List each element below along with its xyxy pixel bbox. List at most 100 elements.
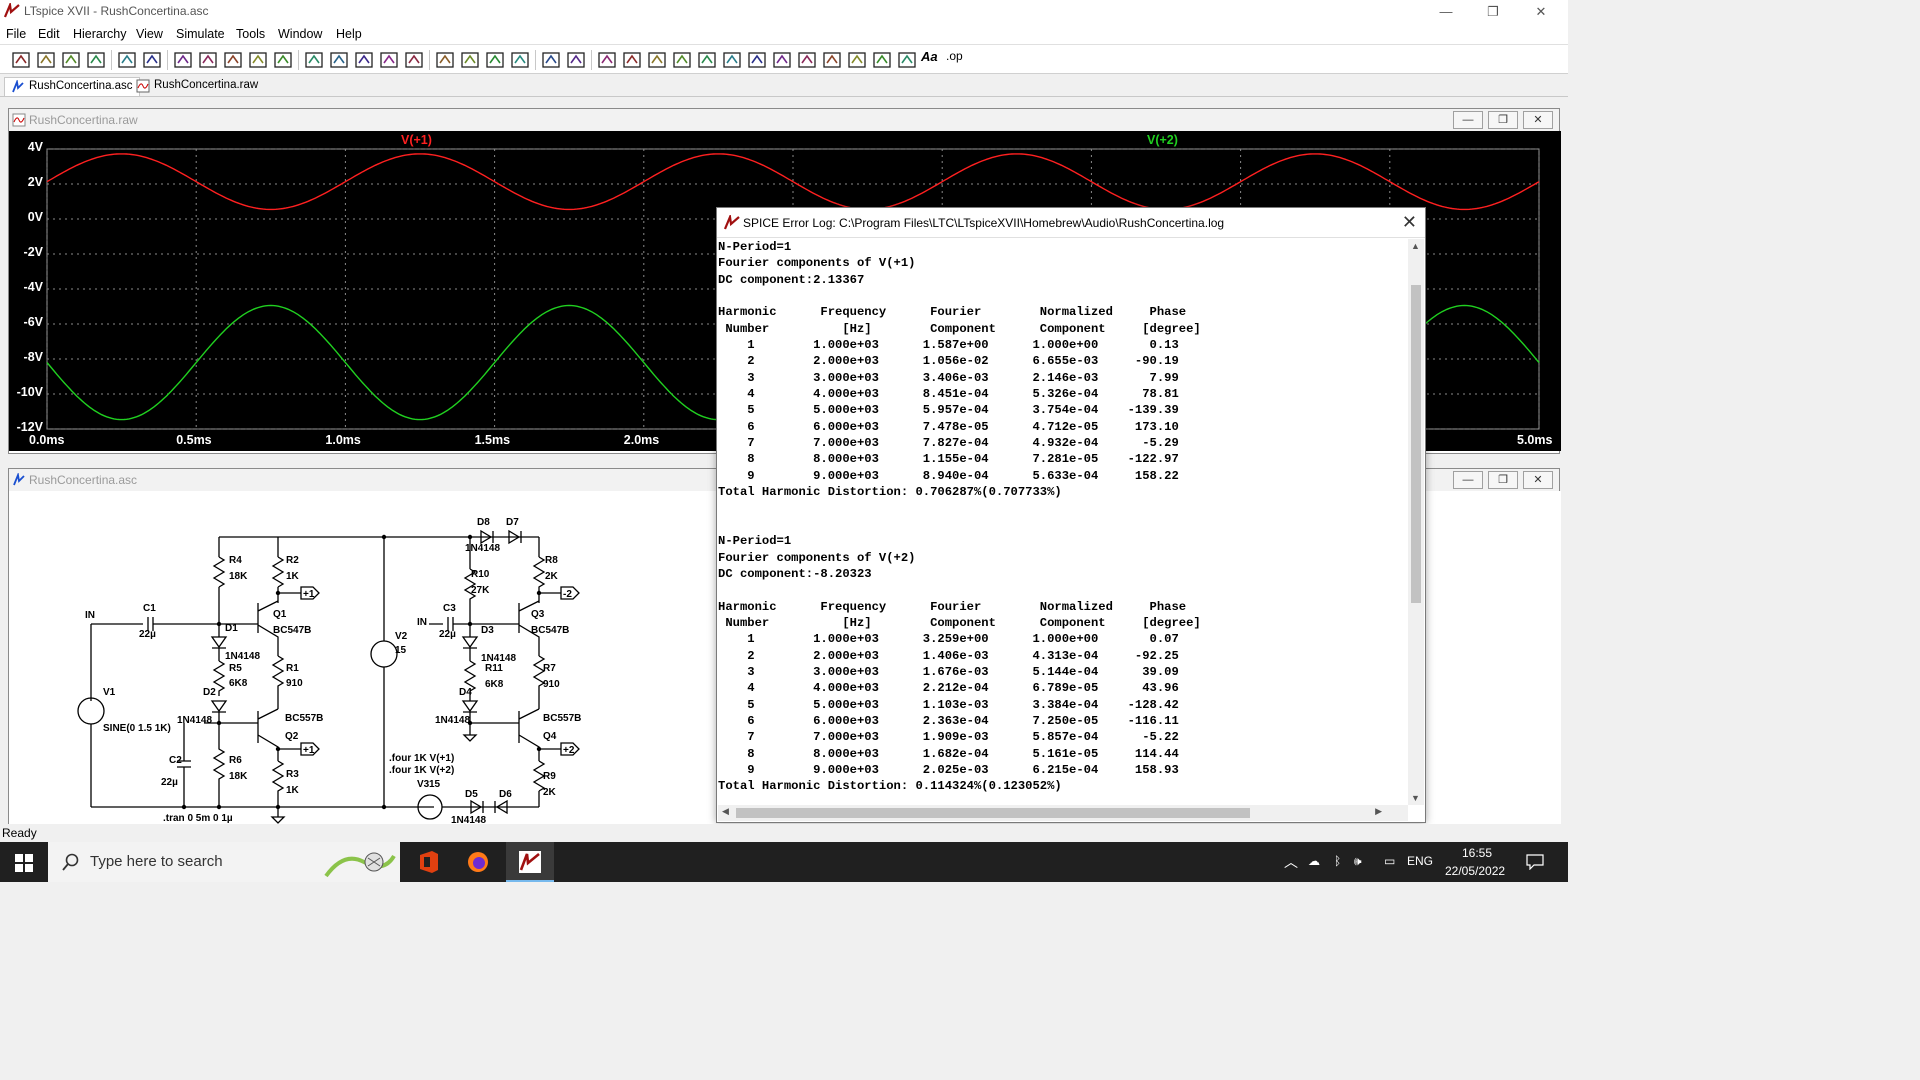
close-button[interactable]: ✕ [1518,2,1564,22]
scroll-left-icon[interactable]: ◀ [722,806,729,817]
title-bar: LTspice XVII - RushConcertina.asc — ❐ ✕ [0,0,1568,24]
copy-icon[interactable] [434,49,456,71]
label-r5-value: 6K8 [229,678,248,689]
find-icon[interactable] [484,49,506,71]
grid-icon[interactable] [303,49,325,71]
undo-icon[interactable] [821,49,843,71]
x-tick-label: 2.0ms [623,433,660,447]
menu-simulate[interactable]: Simulate [176,27,225,41]
zoom-out-icon[interactable] [222,49,244,71]
label-r6: R6 [229,755,242,766]
tile-icon[interactable] [328,49,350,71]
label-r11-value: 6K8 [485,679,504,690]
resistor-icon[interactable] [671,49,693,71]
maximize-button[interactable]: ❐ [1470,2,1516,22]
battery-icon[interactable]: ▭ [1384,854,1395,868]
print-icon[interactable] [509,49,531,71]
diode-icon[interactable] [746,49,768,71]
onedrive-cloud-icon[interactable]: ☁ [1308,854,1320,868]
menu-window[interactable]: Window [278,27,322,41]
maximize-button[interactable]: ❐ [1488,111,1518,129]
label-r3: R3 [286,769,299,780]
zoom-in-icon[interactable] [172,49,194,71]
menu-edit[interactable]: Edit [38,27,60,41]
office-app-button[interactable] [408,842,448,882]
cut-icon[interactable] [403,49,425,71]
minimize-button[interactable]: — [1453,111,1483,129]
redo-icon[interactable] [846,49,868,71]
windows-start-icon[interactable] [15,854,33,872]
tab-schematic[interactable]: RushConcertina.asc [4,77,140,96]
clock-date[interactable]: 22/05/2022 [1445,864,1505,878]
pan-icon[interactable] [141,49,163,71]
label-d1-value: 1N4148 [225,651,260,662]
vertical-scrollbar[interactable]: ▲ ▼ [1408,239,1424,805]
label-icon[interactable] [621,49,643,71]
chevron-up-icon[interactable]: ︿ [1284,852,1298,872]
label-c2: C2 [169,755,182,766]
rotate-icon[interactable] [871,49,893,71]
minimize-button[interactable]: — [1453,471,1483,489]
scroll-right-icon[interactable]: ▶ [1375,806,1382,817]
ltspice-app-button[interactable] [506,842,554,882]
firefox-app-button[interactable] [458,842,498,882]
scroll-thumb[interactable] [1411,285,1421,603]
label-r9-value: 2K [543,787,557,798]
paste-icon[interactable] [459,49,481,71]
scroll-down-icon[interactable]: ▼ [1411,793,1420,803]
horizontal-scrollbar[interactable]: ◀ ▶ [718,805,1408,821]
text-icon[interactable]: Aa [921,49,943,71]
ground-icon[interactable] [596,49,618,71]
tab-label: RushConcertina.raw [154,79,259,91]
cascade-icon[interactable] [353,49,375,71]
language-indicator[interactable]: ENG [1407,854,1433,868]
control-panel-icon[interactable] [85,49,107,71]
close-all-icon[interactable] [378,49,400,71]
close-button[interactable]: ✕ [1523,111,1553,129]
label-d4: D4 [459,687,472,698]
pencil-icon[interactable] [565,49,587,71]
label-d3: D3 [481,625,494,636]
close-button[interactable]: ✕ [1523,471,1553,489]
inductor-icon[interactable] [721,49,743,71]
menu-file[interactable]: File [6,27,26,41]
menu-hierarchy[interactable]: Hierarchy [73,27,127,41]
notification-icon[interactable] [1526,854,1544,870]
autorange-icon[interactable] [272,49,294,71]
label-r8: R8 [545,555,558,566]
menu-view[interactable]: View [136,27,163,41]
tab-waveform[interactable]: RushConcertina.raw [130,77,264,96]
minimize-button[interactable]: — [1423,2,1469,22]
close-button[interactable]: ✕ [1402,212,1417,233]
trace-label-v1[interactable]: V(+1) [401,133,432,147]
mirror-icon[interactable] [896,49,918,71]
run-icon[interactable] [10,49,32,71]
wire-icon[interactable] [646,49,668,71]
print-setup-icon[interactable] [540,49,562,71]
save-icon[interactable] [60,49,82,71]
zoom-fit-icon[interactable] [197,49,219,71]
bluetooth-icon[interactable]: ᛒ [1334,854,1341,868]
taskbar-search-box[interactable]: Type here to search [48,842,400,882]
clock-time[interactable]: 16:55 [1462,846,1492,860]
port-flag-3: +1 [303,745,315,756]
waveform-icon [12,113,26,127]
capacitor-icon[interactable] [696,49,718,71]
move-icon[interactable] [771,49,793,71]
toolbar-separator [429,50,430,70]
trace-label-v2[interactable]: V(+2) [1147,133,1178,147]
run-sim-icon[interactable] [116,49,138,71]
drag-icon[interactable] [796,49,818,71]
menu-tools[interactable]: Tools [236,27,265,41]
zoom-cancel-icon[interactable] [247,49,269,71]
toolbar-separator [591,50,592,70]
maximize-button[interactable]: ❐ [1488,471,1518,489]
menu-help[interactable]: Help [336,27,362,41]
open-icon[interactable] [35,49,57,71]
volume-icon[interactable]: 🕪 [1354,854,1362,869]
spice-directive-icon[interactable]: .op [946,49,968,71]
scroll-thumb[interactable] [736,808,1250,818]
status-bar: Ready [0,824,1568,842]
scroll-up-icon[interactable]: ▲ [1411,241,1420,251]
error-log-text[interactable]: N-Period=1 Fourier components of V(+1) DC … [718,239,1408,805]
